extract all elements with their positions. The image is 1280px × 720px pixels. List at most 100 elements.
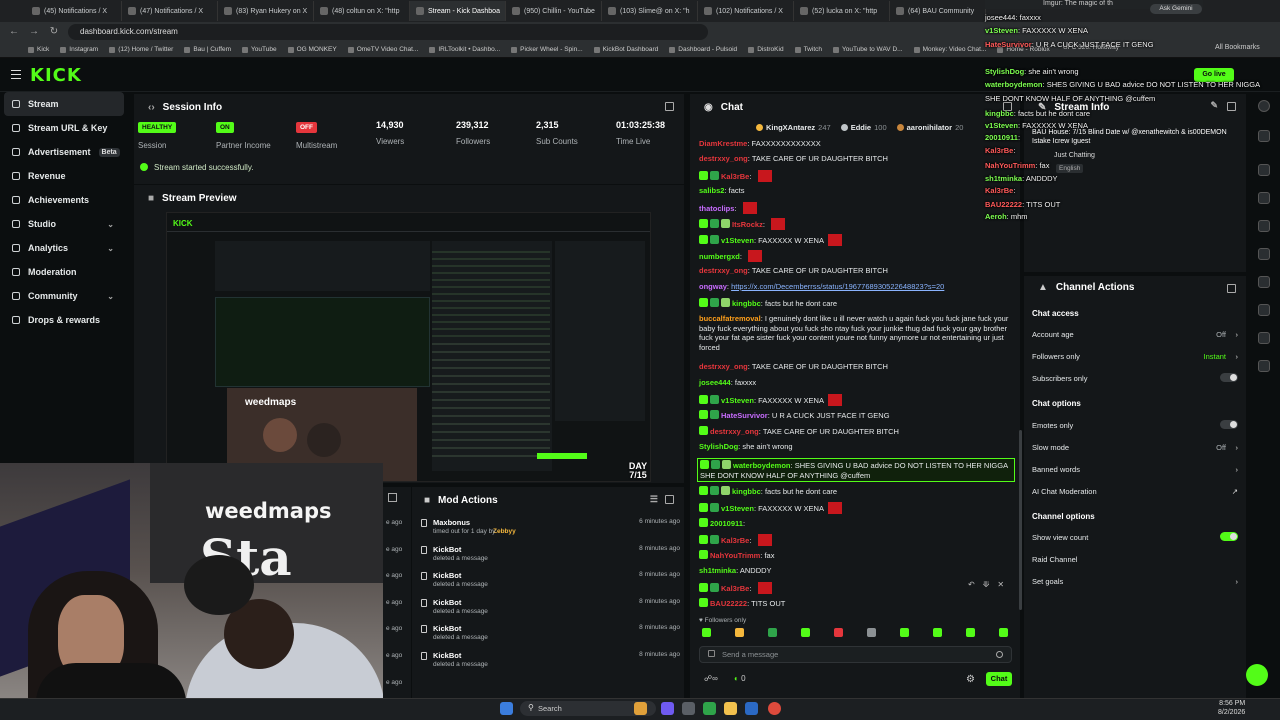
sidebar-item-advertisement[interactable]: Advertisement Beta (4, 140, 124, 164)
toggle-switch[interactable] (1220, 532, 1238, 541)
top-gifter[interactable]: KingXAntarez 247 (756, 121, 831, 133)
rail-bolt-icon[interactable] (1258, 192, 1270, 204)
chat-settings-icon[interactable]: ⚙ (966, 674, 975, 685)
side-popout-icon[interactable] (388, 493, 397, 502)
chat-username[interactable]: josee444 (699, 378, 731, 387)
popout-icon[interactable] (665, 102, 674, 111)
bookmark-item[interactable]: KickBot Dashboard (593, 46, 658, 53)
chat-message[interactable]: buccalfatremoval: I genuinely dont like … (699, 314, 1017, 352)
stream-info-popout-icon[interactable] (1227, 102, 1236, 111)
rail-chat-icon[interactable] (1258, 248, 1270, 260)
reply-icon[interactable]: ↶ (968, 580, 975, 592)
chevron-right-icon[interactable]: › (1236, 330, 1239, 339)
sidebar-item-achievements[interactable]: Achievements (4, 188, 124, 212)
browser-tab[interactable]: (103) Slime@ on X: "h (602, 1, 698, 21)
bookmark-item[interactable]: Picker Wheel - Spin... (511, 46, 583, 53)
setting-slow-mode[interactable]: Slow mode Off › (1032, 443, 1238, 452)
chat-username[interactable]: thatoclips (699, 204, 734, 213)
kick-logo[interactable]: KICK (30, 65, 82, 86)
setting-show-view-count[interactable]: Show view count (1032, 532, 1238, 542)
rail-nodes-icon[interactable] (1258, 360, 1270, 372)
browser-tab[interactable]: (48) coltun on X: "http (314, 1, 410, 21)
bookmark-item[interactable]: (12) Home / Twitter (109, 46, 173, 53)
chat-message[interactable]: salibs2: facts (699, 186, 1017, 196)
chat-message[interactable]: NahYouTrimm: fax (699, 550, 1017, 561)
toggle-switch[interactable] (1220, 373, 1238, 382)
emote-shortcut-icon[interactable] (867, 628, 876, 637)
chat-scrollbar[interactable] (1019, 430, 1022, 610)
menu-icon[interactable] (11, 70, 21, 79)
sidebar-item-analytics[interactable]: Analytics ⌄ (4, 236, 124, 260)
filter-icon[interactable]: ☰ (650, 494, 658, 505)
chevron-down-icon[interactable]: ⌄ (107, 220, 114, 229)
chat-username[interactable]: destrxxy_ong (699, 154, 748, 163)
chat-username[interactable]: 20010911 (710, 519, 743, 528)
chat-text[interactable]: https://x.com/Decemberrss/status/1967768… (731, 282, 944, 291)
ask-gemini-button[interactable]: Ask Gemini (1150, 4, 1202, 14)
chat-message[interactable]: HateSurvivor: U R A CUCK JUST FACE IT GE… (699, 410, 1017, 421)
toggle-switch[interactable] (1220, 420, 1238, 429)
chevron-right-icon[interactable]: › (1236, 352, 1239, 361)
browser-tab[interactable]: (83) Ryan Hukery on X (218, 1, 314, 21)
folder-icon[interactable] (724, 702, 737, 715)
chrome-icon[interactable] (768, 702, 781, 715)
top-gifter[interactable]: aaronihilator 20 (896, 121, 963, 133)
chat-username[interactable]: buccalfatremoval (699, 314, 761, 323)
bookmark-item[interactable]: OmeTV Video Chat... (347, 46, 418, 53)
emote-picker-icon[interactable] (708, 650, 715, 657)
chat-message[interactable]: v1Steven: FAXXXXX W XENA (699, 394, 1017, 406)
bookmark-item[interactable]: YouTube (242, 46, 277, 53)
setting-ai-chat-moderation[interactable]: AI Chat Moderation ↗ (1032, 487, 1238, 496)
chat-input-box[interactable]: Send a message (699, 646, 1012, 663)
external-link-icon[interactable]: ↗ (1232, 487, 1238, 496)
chat-username[interactable]: ongway (699, 282, 727, 291)
emote-shortcut-icon[interactable] (834, 628, 843, 637)
pin-icon[interactable]: ⟱ (983, 580, 990, 592)
chat-message[interactable]: Kal3rBe: (699, 534, 1017, 546)
chat-username[interactable]: Kal3rBe (721, 172, 749, 181)
emote-shortcut-icon[interactable] (801, 628, 810, 637)
taskbar-app-icon[interactable] (634, 702, 647, 715)
chat-username[interactable]: StylishDog (699, 442, 738, 451)
send-chat-button[interactable]: Chat (986, 672, 1012, 686)
bookmark-item[interactable]: Twitch (794, 46, 822, 53)
emote-shortcut-icon[interactable] (768, 628, 777, 637)
browser-tab[interactable]: Stream - Kick Dashboa (410, 1, 506, 21)
chat-username[interactable]: BAU22222 (710, 599, 747, 608)
chat-message[interactable]: destrxxy_ong: TAKE CARE OF UR DAUGHTER B… (699, 426, 1017, 437)
chat-message[interactable]: numbergxd: (699, 250, 1017, 262)
chat-username[interactable]: v1Steven (721, 236, 754, 245)
sidebar-item-stream[interactable]: Stream (4, 92, 124, 116)
sidebar-item-drops-rewards[interactable]: Drops & rewards (4, 308, 124, 332)
bookmark-item[interactable]: OG MONKEY (287, 46, 337, 53)
channel-actions-popout-icon[interactable] (1227, 284, 1236, 293)
reload-icon[interactable]: ↻ (48, 26, 60, 38)
steam-icon[interactable] (745, 702, 758, 715)
chat-username[interactable]: destrxxy_ong (710, 427, 759, 436)
sidebar-item-moderation[interactable]: Moderation (4, 260, 124, 284)
bookmark-item[interactable]: Bau | Cuffem (184, 46, 231, 53)
setting-followers-only[interactable]: Followers only Instant › (1032, 352, 1238, 361)
chat-message[interactable]: sh1tminka: ANDDDY (699, 566, 1017, 576)
chat-message[interactable]: waterboydemon: SHES GIVING U BAD advice … (697, 458, 1015, 482)
stream-preview-video[interactable]: KICK weedmaps (166, 212, 651, 482)
chat-message[interactable]: BAU22222: TITS OUT (699, 598, 1017, 609)
browser-tab[interactable]: (47) Notifications / X (122, 1, 218, 21)
all-bookmarks[interactable]: All Bookmarks (1215, 44, 1260, 51)
smile-icon[interactable] (996, 651, 1003, 658)
sidebar-item-studio[interactable]: Studio ⌄ (4, 212, 124, 236)
chevron-right-icon[interactable]: › (1236, 465, 1239, 474)
browser-tab[interactable]: (52) lucka on X: "http (794, 1, 890, 21)
chat-message[interactable]: kingbbc: facts but he dont care (699, 486, 1017, 497)
emote-shortcut-icon[interactable] (999, 628, 1008, 637)
rail-tool-icon[interactable] (1258, 332, 1270, 344)
bookmark-item[interactable]: Monkey: Video Chat... (913, 46, 986, 53)
bookmark-item[interactable]: DistroKid (748, 46, 784, 53)
rail-edit-icon[interactable] (1258, 130, 1270, 142)
chat-message[interactable]: 20010911: (699, 518, 1017, 529)
setting-raid-channel[interactable]: Raid Channel (1032, 555, 1238, 564)
chat-username[interactable]: numbergxd (699, 252, 740, 261)
emote-shortcut-icon[interactable] (735, 628, 744, 637)
chat-message[interactable]: destrxxy_ong: TAKE CARE OF UR DAUGHTER B… (699, 266, 1017, 276)
chat-username[interactable]: ItsRockz (732, 220, 763, 229)
